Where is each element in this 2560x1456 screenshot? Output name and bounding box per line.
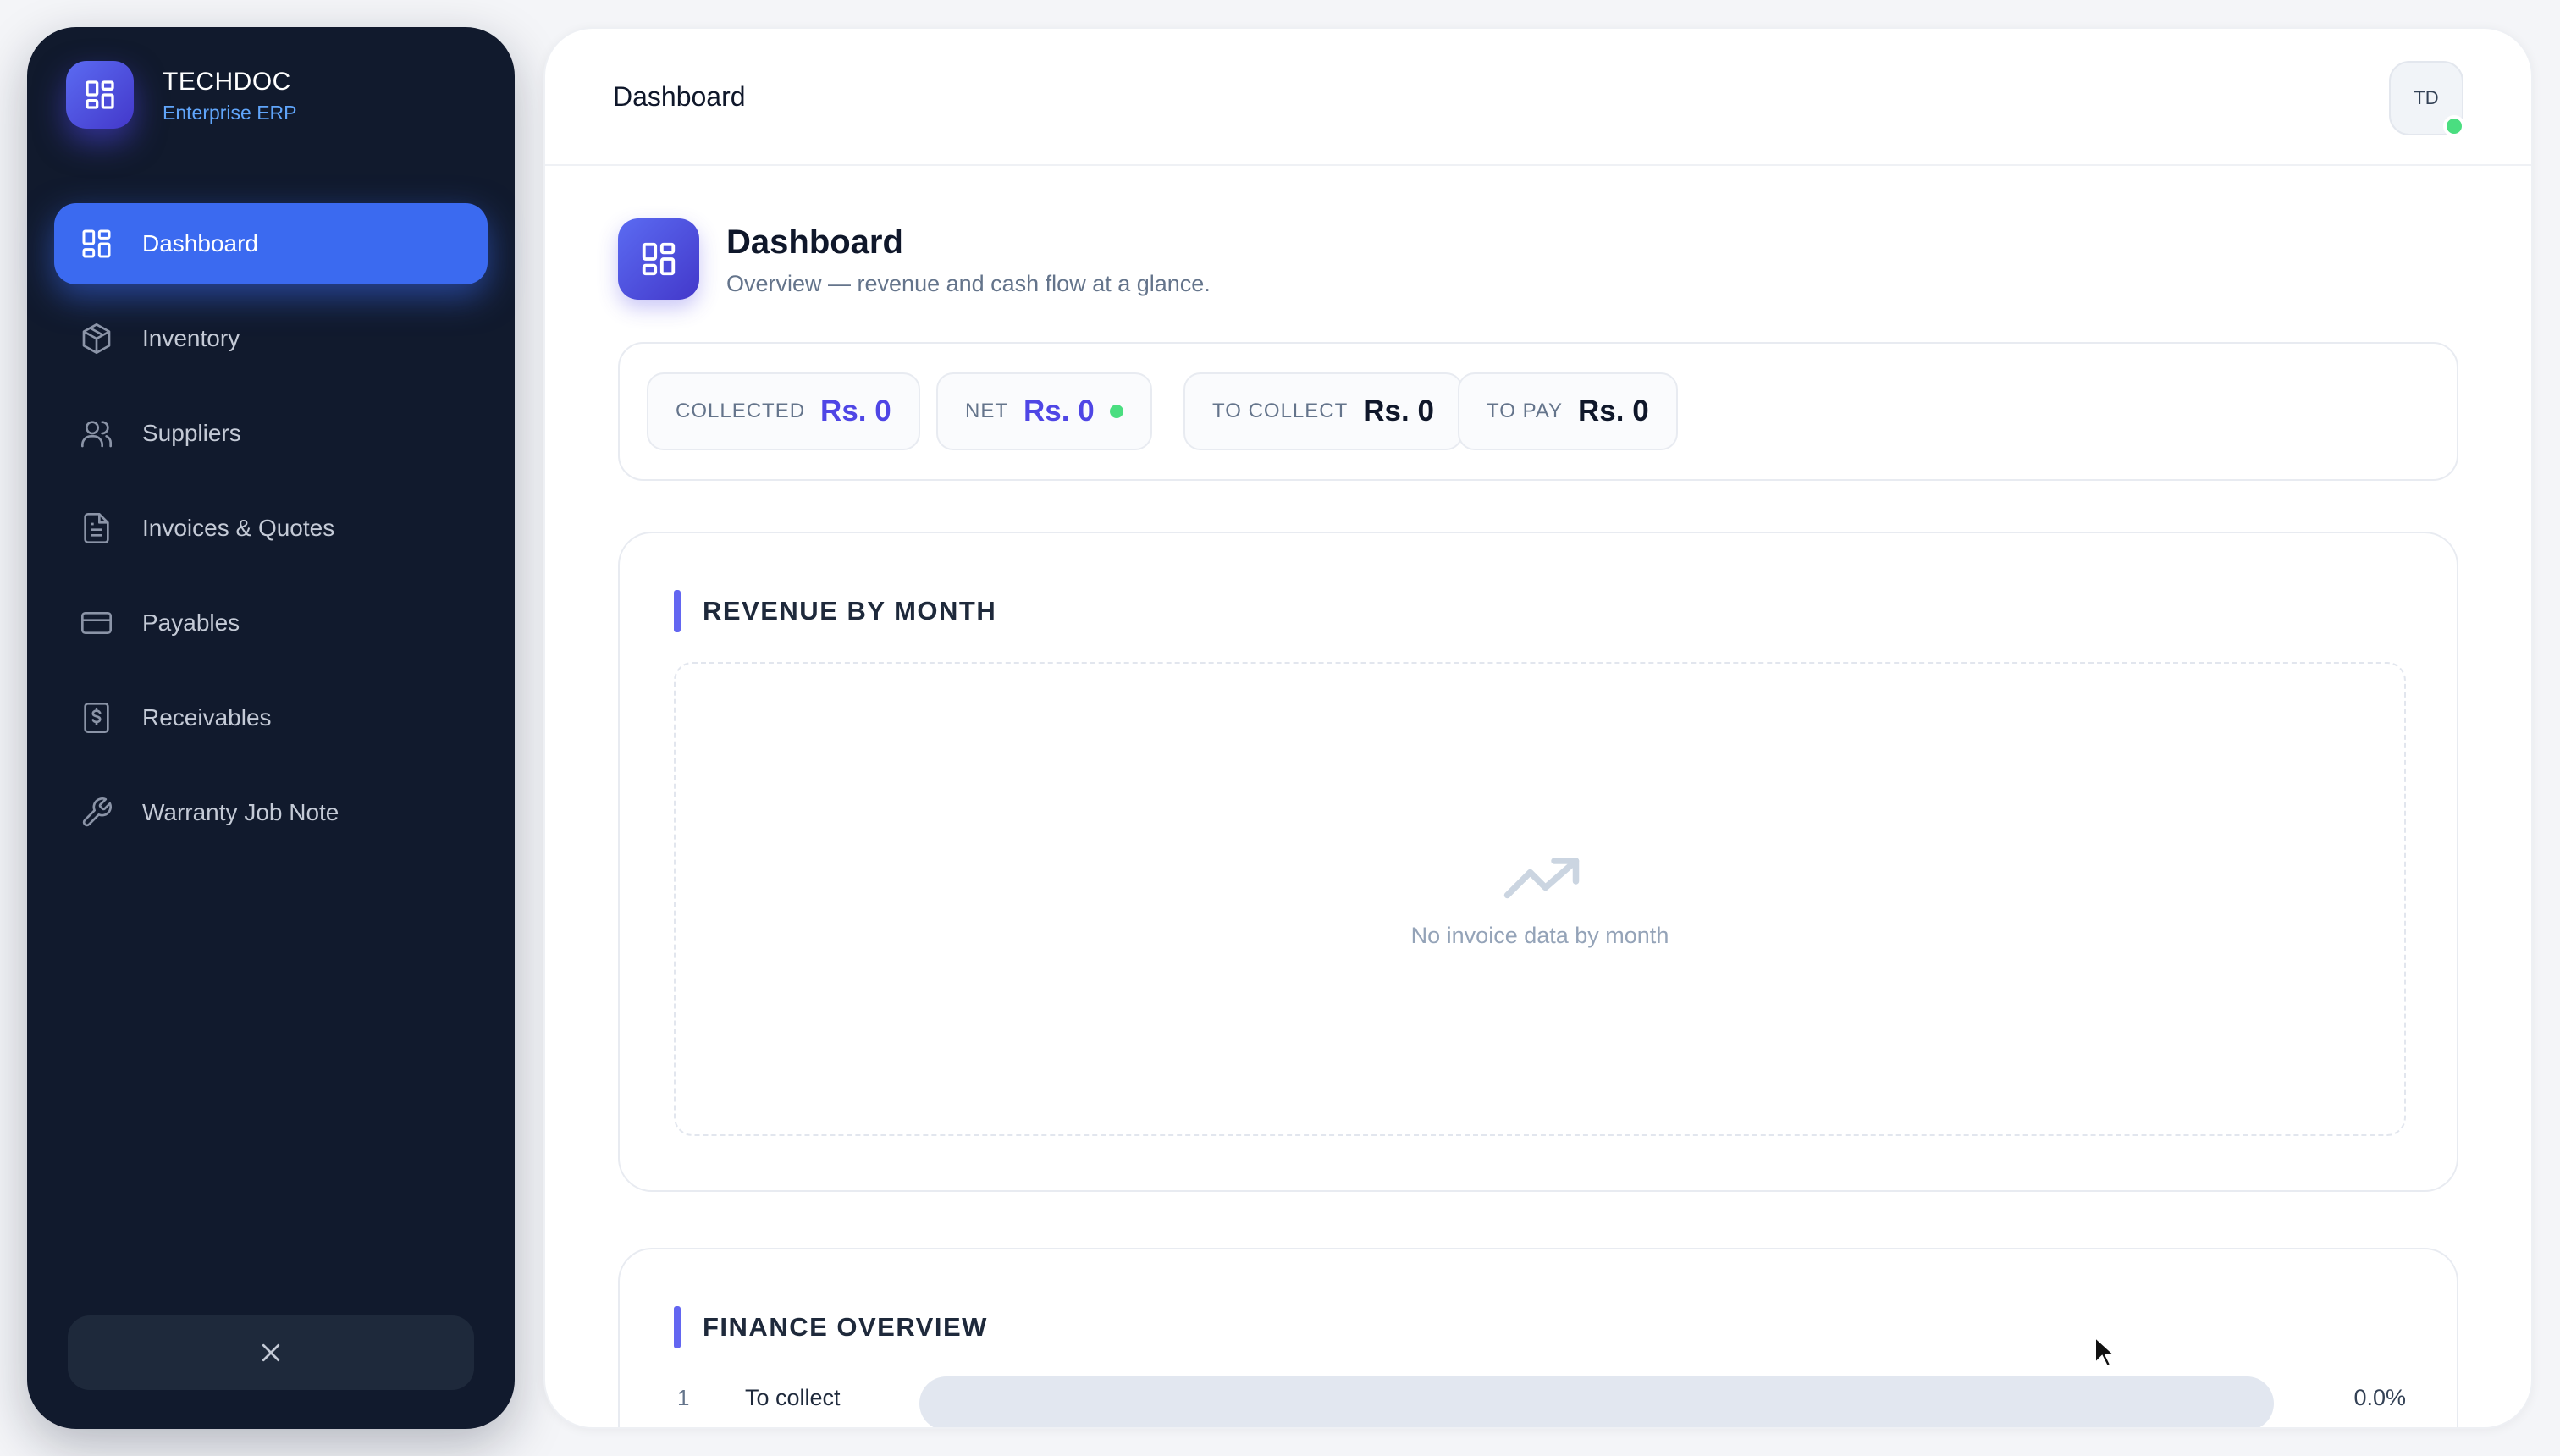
sidebar-item-dashboard[interactable]: Dashboard (54, 203, 488, 284)
brand-name: TECHDOC (163, 68, 291, 96)
stat-label: COLLECTED (676, 400, 806, 422)
finance-row: 1 To collect 0.0% (674, 1376, 2406, 1427)
brand-subtitle: Enterprise ERP (163, 102, 297, 124)
page-subtitle: Overview — revenue and cash flow at a gl… (726, 271, 1211, 296)
stat-value: Rs. 0 (1363, 394, 1434, 427)
stat-to-collect: TO COLLECT Rs. 0 (1183, 372, 1463, 450)
stat-collected: COLLECTED Rs. 0 (647, 372, 920, 450)
stat-net: NET Rs. 0 (936, 372, 1152, 450)
revenue-by-month-card: REVENUE BY MONTH No invoice data by mont… (618, 532, 2458, 1192)
section-accent-bar (674, 1306, 681, 1348)
brand-logo[interactable] (66, 61, 134, 129)
main-panel: Dashboard TD Dashboard Overview — revenu… (543, 27, 2533, 1429)
stat-to-pay: TO PAY Rs. 0 (1458, 372, 1678, 450)
stat-value: Rs. 0 (1578, 394, 1649, 427)
page-title: Dashboard (726, 223, 903, 261)
sidebar-item-receivables[interactable]: Receivables (54, 677, 488, 758)
sidebar-item-label: Suppliers (142, 420, 241, 446)
section-title: REVENUE BY MONTH (674, 589, 996, 633)
stat-label: NET (965, 400, 1008, 422)
chart-empty-state: No invoice data by month (674, 662, 2406, 1136)
sidebar-item-inventory[interactable]: Inventory (54, 298, 488, 379)
row-label: To collect (745, 1385, 841, 1410)
sidebar-nav: Dashboard Inventory Suppliers Invoices &… (54, 203, 488, 867)
section-title: FINANCE OVERVIEW (674, 1305, 988, 1349)
app-root: TECHDOC Enterprise ERP Dashboard Invento… (0, 0, 2560, 1456)
topbar-title: Dashboard (613, 81, 746, 112)
users-icon (80, 416, 113, 450)
box-icon (80, 322, 113, 356)
stats-summary: COLLECTED Rs. 0 NET Rs. 0 TO COLLECT Rs.… (618, 342, 2458, 481)
stat-value: Rs. 0 (1023, 394, 1095, 427)
page-icon (618, 218, 699, 300)
sidebar-item-label: Invoices & Quotes (142, 515, 335, 541)
empty-state-text: No invoice data by month (1410, 923, 1669, 948)
mouse-cursor-icon (2094, 1336, 2116, 1368)
dashboard-icon (80, 227, 113, 261)
sidebar-item-label: Inventory (142, 325, 240, 351)
sidebar-item-suppliers[interactable]: Suppliers (54, 393, 488, 474)
row-percent: 0.0% (2353, 1385, 2406, 1410)
sidebar: TECHDOC Enterprise ERP Dashboard Invento… (27, 27, 515, 1429)
section-title-text: REVENUE BY MONTH (703, 596, 997, 626)
sidebar-item-label: Dashboard (142, 230, 258, 256)
document-icon (80, 511, 113, 545)
sidebar-item-payables[interactable]: Payables (54, 582, 488, 664)
trending-up-icon (1503, 858, 1580, 899)
sidebar-item-warranty[interactable]: Warranty Job Note (54, 772, 488, 853)
wrench-icon (80, 796, 113, 830)
sidebar-item-invoices[interactable]: Invoices & Quotes (54, 488, 488, 569)
user-avatar[interactable]: TD (2389, 61, 2465, 137)
stat-label: TO PAY (1487, 400, 1564, 422)
sidebar-item-label: Receivables (142, 704, 272, 731)
sidebar-item-label: Payables (142, 609, 240, 636)
credit-card-icon (80, 606, 113, 640)
row-index: 1 (677, 1385, 690, 1410)
finance-overview-card: FINANCE OVERVIEW 1 To collect 0.0% (618, 1248, 2458, 1427)
close-icon (262, 1343, 280, 1362)
sidebar-item-label: Warranty Job Note (142, 799, 339, 825)
stat-label: TO COLLECT (1212, 400, 1349, 422)
section-accent-bar (674, 590, 681, 632)
section-title-text: FINANCE OVERVIEW (703, 1312, 988, 1342)
topbar: Dashboard TD (545, 29, 2531, 166)
status-dot (1109, 405, 1123, 418)
dashboard-icon (642, 242, 676, 276)
stat-value: Rs. 0 (820, 394, 891, 427)
avatar-initials: TD (2414, 87, 2439, 108)
online-status-indicator (2443, 115, 2465, 137)
dashboard-icon (86, 80, 114, 109)
progress-track (919, 1376, 2274, 1427)
receipt-icon (80, 701, 113, 735)
sidebar-close-button[interactable] (68, 1315, 474, 1390)
